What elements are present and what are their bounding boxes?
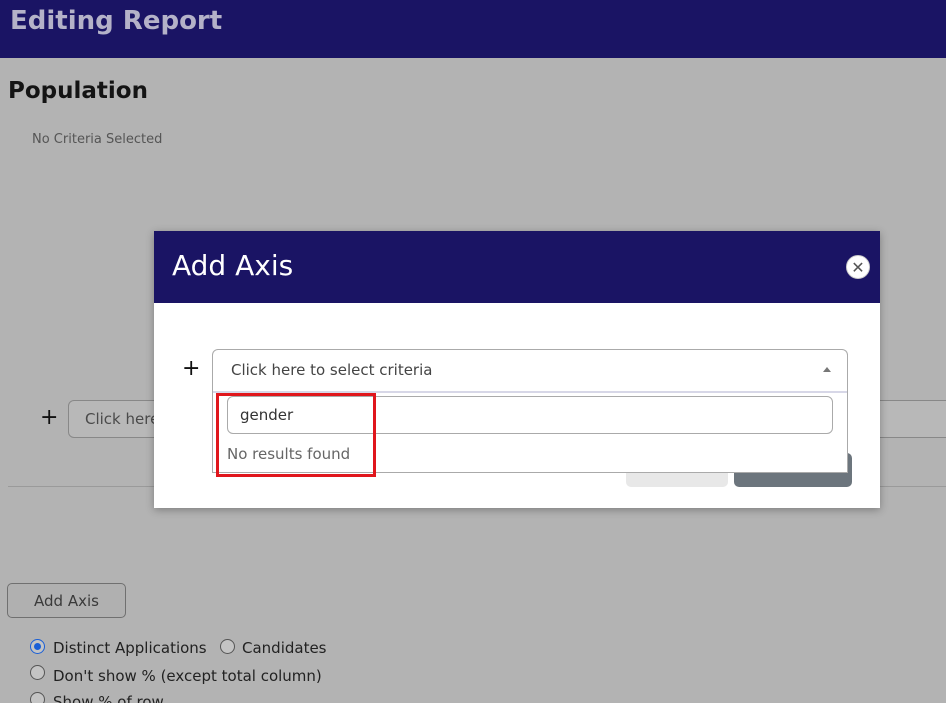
- radio-label-show-pct-row: Show % of row: [53, 693, 164, 703]
- modal-header: Add Axis ✕: [154, 231, 880, 303]
- population-title: Population: [8, 78, 148, 104]
- close-icon[interactable]: ✕: [846, 255, 870, 279]
- radio-label-dont-show-pct: Don't show % (except total column): [53, 667, 322, 685]
- no-criteria-text: No Criteria Selected: [32, 132, 163, 147]
- radio-label-distinct-applications: Distinct Applications: [53, 639, 207, 657]
- caret-up-icon[interactable]: [823, 367, 831, 372]
- add-axis-button[interactable]: Add Axis: [7, 583, 126, 618]
- highlight-box: [216, 393, 376, 477]
- radio-distinct-applications[interactable]: [30, 639, 45, 654]
- radio-dont-show-pct[interactable]: [30, 665, 45, 680]
- criteria-select-placeholder: Click here: [85, 410, 160, 428]
- criteria-select-placeholder: Click here to select criteria: [231, 361, 433, 379]
- radio-show-pct-row[interactable]: [30, 692, 45, 703]
- page-title: Editing Report: [10, 6, 223, 36]
- plus-icon[interactable]: +: [182, 355, 200, 383]
- add-axis-modal: Add Axis ✕ + Click here to select criter…: [154, 231, 880, 508]
- criteria-select[interactable]: Click here to select criteria: [212, 349, 848, 393]
- plus-icon[interactable]: +: [40, 404, 58, 432]
- radio-candidates[interactable]: [220, 639, 235, 654]
- top-bar: Editing Report: [0, 0, 946, 58]
- radio-label-candidates: Candidates: [242, 639, 327, 657]
- modal-title: Add Axis: [172, 249, 294, 282]
